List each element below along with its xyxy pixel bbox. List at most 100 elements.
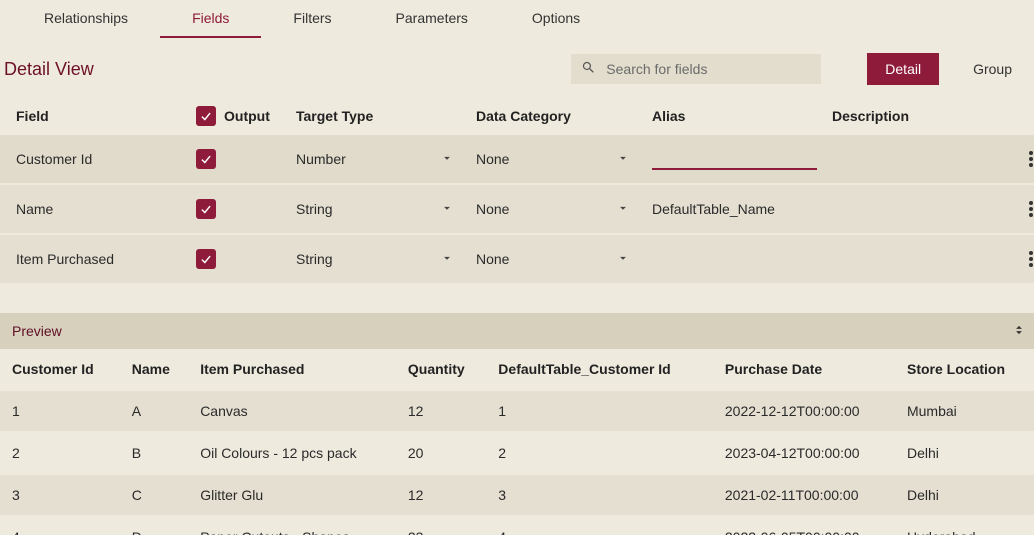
table-cell: 2023-04-12T00:00:00 — [713, 432, 895, 474]
target-type-value: String — [296, 251, 333, 267]
table-cell: 12 — [396, 474, 486, 516]
table-row[interactable]: 2BOil Colours - 12 pcs pack2022023-04-12… — [0, 432, 1034, 474]
field-name: Name — [16, 201, 196, 217]
table-cell: Hyderabad — [895, 516, 1034, 535]
table-cell: 4 — [486, 516, 713, 535]
field-row: Name String None DefaultTable_Name — [0, 185, 1034, 233]
group-button[interactable]: Group — [955, 53, 1030, 85]
data-category-value: None — [476, 151, 509, 167]
target-type-value: Number — [296, 151, 346, 167]
table-cell: 4 — [0, 516, 120, 535]
fields-header-row: Field Output Target Type Data Category A… — [0, 97, 1034, 135]
col-target-type: Target Type — [296, 108, 476, 124]
table-cell: A — [120, 390, 188, 432]
table-cell: 1 — [0, 390, 120, 432]
table-row[interactable]: 1ACanvas1212022-12-12T00:00:00Mumbai — [0, 390, 1034, 432]
chevron-down-icon — [440, 201, 454, 218]
chevron-down-icon — [440, 251, 454, 268]
tab-relationships[interactable]: Relationships — [12, 0, 160, 38]
output-checkbox[interactable] — [196, 149, 216, 169]
target-type-value: String — [296, 201, 333, 217]
tab-fields[interactable]: Fields — [160, 0, 261, 38]
table-cell: 2022-12-12T00:00:00 — [713, 390, 895, 432]
table-cell: 12 — [396, 390, 486, 432]
field-name: Item Purchased — [16, 251, 196, 267]
data-category-select[interactable]: None — [476, 251, 652, 268]
col-field: Field — [16, 108, 196, 124]
table-cell: 2022-06-05T00:00:00 — [713, 516, 895, 535]
chevron-down-icon — [440, 151, 454, 168]
preview-column-header[interactable]: Store Location — [895, 349, 1034, 390]
collapse-icon[interactable] — [1012, 323, 1026, 340]
table-cell: B — [120, 432, 188, 474]
col-description: Description — [832, 108, 1012, 124]
table-cell: Delhi — [895, 474, 1034, 516]
table-cell: D — [120, 516, 188, 535]
table-cell: 3 — [0, 474, 120, 516]
data-category-select[interactable]: None — [476, 201, 652, 218]
preview-table: Customer IdNameItem PurchasedQuantityDef… — [0, 349, 1034, 535]
output-header-checkbox[interactable] — [196, 106, 216, 126]
table-cell: Oil Colours - 12 pcs pack — [188, 432, 396, 474]
alias-cell[interactable]: DefaultTable_Name — [652, 201, 832, 217]
table-cell: Canvas — [188, 390, 396, 432]
output-checkbox[interactable] — [196, 199, 216, 219]
page-title: Detail View — [4, 59, 571, 80]
search-icon — [581, 60, 596, 78]
preview-header-row: Customer IdNameItem PurchasedQuantityDef… — [0, 349, 1034, 390]
table-cell: 20 — [396, 432, 486, 474]
col-output-label: Output — [224, 108, 270, 124]
preview-column-header[interactable]: Customer Id — [0, 349, 120, 390]
table-cell: 3 — [486, 474, 713, 516]
table-row[interactable]: 4DPaper Cutouts - Shapes2342022-06-05T00… — [0, 516, 1034, 535]
detail-button[interactable]: Detail — [867, 53, 939, 85]
data-category-select[interactable]: None — [476, 151, 652, 168]
row-menu-icon[interactable] — [1012, 201, 1034, 217]
table-cell: Delhi — [895, 432, 1034, 474]
app-root: RelationshipsFieldsFiltersParametersOpti… — [0, 0, 1034, 535]
col-data-category: Data Category — [476, 108, 652, 124]
preview-column-header[interactable]: Name — [120, 349, 188, 390]
fields-table: Field Output Target Type Data Category A… — [0, 97, 1034, 283]
preview-column-header[interactable]: DefaultTable_Customer Id — [486, 349, 713, 390]
row-menu-icon[interactable] — [1012, 251, 1034, 267]
tab-options[interactable]: Options — [500, 0, 612, 38]
table-cell: Paper Cutouts - Shapes — [188, 516, 396, 535]
table-cell: 1 — [486, 390, 713, 432]
target-type-select[interactable]: Number — [296, 151, 476, 168]
table-cell: 2 — [0, 432, 120, 474]
table-row[interactable]: 3CGlitter Glu1232021-02-11T00:00:00Delhi — [0, 474, 1034, 516]
preview-title: Preview — [12, 323, 62, 339]
tab-bar: RelationshipsFieldsFiltersParametersOpti… — [0, 0, 1034, 39]
table-cell: Glitter Glu — [188, 474, 396, 516]
table-cell: 23 — [396, 516, 486, 535]
preview-column-header[interactable]: Purchase Date — [713, 349, 895, 390]
alias-cell[interactable] — [652, 148, 832, 170]
row-menu-icon[interactable] — [1012, 151, 1034, 167]
header-row: Detail View Detail Group — [0, 39, 1034, 97]
search-box[interactable] — [571, 54, 821, 84]
table-cell: 2021-02-11T00:00:00 — [713, 474, 895, 516]
tab-filters[interactable]: Filters — [261, 0, 363, 38]
preview-header[interactable]: Preview — [0, 313, 1034, 349]
search-input[interactable] — [604, 60, 811, 78]
chevron-down-icon — [616, 251, 630, 268]
preview-column-header[interactable]: Quantity — [396, 349, 486, 390]
preview-column-header[interactable]: Item Purchased — [188, 349, 396, 390]
target-type-select[interactable]: String — [296, 251, 476, 268]
target-type-select[interactable]: String — [296, 201, 476, 218]
field-row: Customer Id Number None — [0, 135, 1034, 183]
table-cell: C — [120, 474, 188, 516]
chevron-down-icon — [616, 151, 630, 168]
col-output[interactable]: Output — [196, 106, 296, 126]
preview-section: Preview Customer IdNameItem PurchasedQua… — [0, 313, 1034, 535]
data-category-value: None — [476, 201, 509, 217]
output-checkbox[interactable] — [196, 249, 216, 269]
data-category-value: None — [476, 251, 509, 267]
field-row: Item Purchased String None — [0, 235, 1034, 283]
field-name: Customer Id — [16, 151, 196, 167]
chevron-down-icon — [616, 201, 630, 218]
tab-parameters[interactable]: Parameters — [364, 0, 500, 38]
alias-input[interactable] — [652, 148, 817, 170]
col-alias: Alias — [652, 108, 832, 124]
